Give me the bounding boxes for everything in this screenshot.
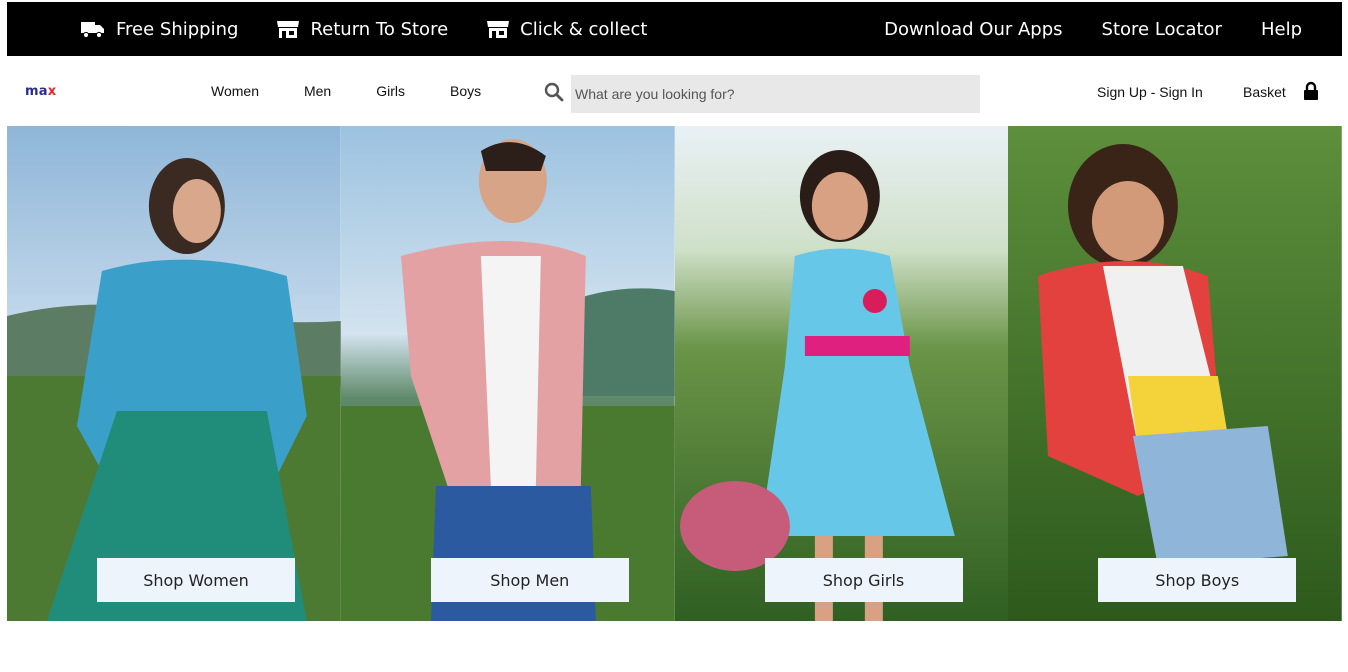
- search-input[interactable]: [571, 75, 980, 113]
- man-in-field-photo: [340, 126, 675, 621]
- top-bar: Free Shipping Return To Store Click & co…: [7, 2, 1342, 56]
- logo-text-x: x: [47, 84, 57, 99]
- store-icon: [277, 21, 300, 38]
- click-and-collect-label: Click & collect: [520, 18, 648, 40]
- free-shipping-link[interactable]: Free Shipping: [80, 19, 238, 40]
- tile-girls[interactable]: Shop Girls: [674, 126, 1009, 621]
- store-locator-link[interactable]: Store Locator: [1102, 19, 1222, 40]
- download-apps-link[interactable]: Download Our Apps: [884, 19, 1062, 40]
- basket-link[interactable]: Basket: [1243, 84, 1286, 100]
- nav-men[interactable]: Men: [304, 83, 331, 99]
- woman-in-field-photo: [7, 126, 341, 621]
- nav-girls[interactable]: Girls: [376, 83, 405, 99]
- logo-text-ma: ma: [25, 84, 48, 99]
- sign-in-link[interactable]: Sign Up - Sign In: [1097, 84, 1203, 100]
- nav-women[interactable]: Women: [211, 83, 259, 99]
- return-to-store-label: Return To Store: [310, 18, 449, 40]
- search-icon[interactable]: [544, 82, 564, 102]
- top-bar-links: Download Our Apps Store Locator Help: [845, 19, 1302, 40]
- max-logo[interactable]: max: [25, 84, 56, 99]
- girl-in-field-photo: [674, 126, 1009, 621]
- tile-men[interactable]: Shop Men: [340, 126, 675, 621]
- truck-icon: [81, 22, 104, 39]
- return-to-store-link[interactable]: Return To Store: [276, 19, 448, 40]
- lock-icon[interactable]: [1303, 81, 1319, 101]
- help-link[interactable]: Help: [1261, 19, 1302, 40]
- shop-women-button[interactable]: Shop Women: [97, 558, 295, 602]
- store-icon: [487, 21, 510, 38]
- boy-in-field-photo: [1008, 126, 1342, 621]
- shop-men-button[interactable]: Shop Men: [430, 558, 629, 602]
- tile-boys[interactable]: Shop Boys: [1008, 126, 1342, 621]
- shop-girls-button[interactable]: Shop Girls: [764, 558, 963, 602]
- category-menu: Women Men Girls Boys: [211, 83, 526, 99]
- free-shipping-label: Free Shipping: [116, 18, 239, 40]
- shop-boys-button[interactable]: Shop Boys: [1098, 558, 1297, 602]
- tile-women[interactable]: Shop Women: [7, 126, 341, 621]
- click-and-collect-link[interactable]: Click & collect: [486, 19, 647, 40]
- nav-boys[interactable]: Boys: [450, 83, 481, 99]
- top-bar-benefits: Free Shipping Return To Store Click & co…: [80, 19, 685, 40]
- main-nav: max Women Men Girls Boys Sign Up - Sign …: [7, 56, 1342, 126]
- category-tiles: Shop Women Shop Men Shop Girls Shop Boys: [7, 126, 1342, 621]
